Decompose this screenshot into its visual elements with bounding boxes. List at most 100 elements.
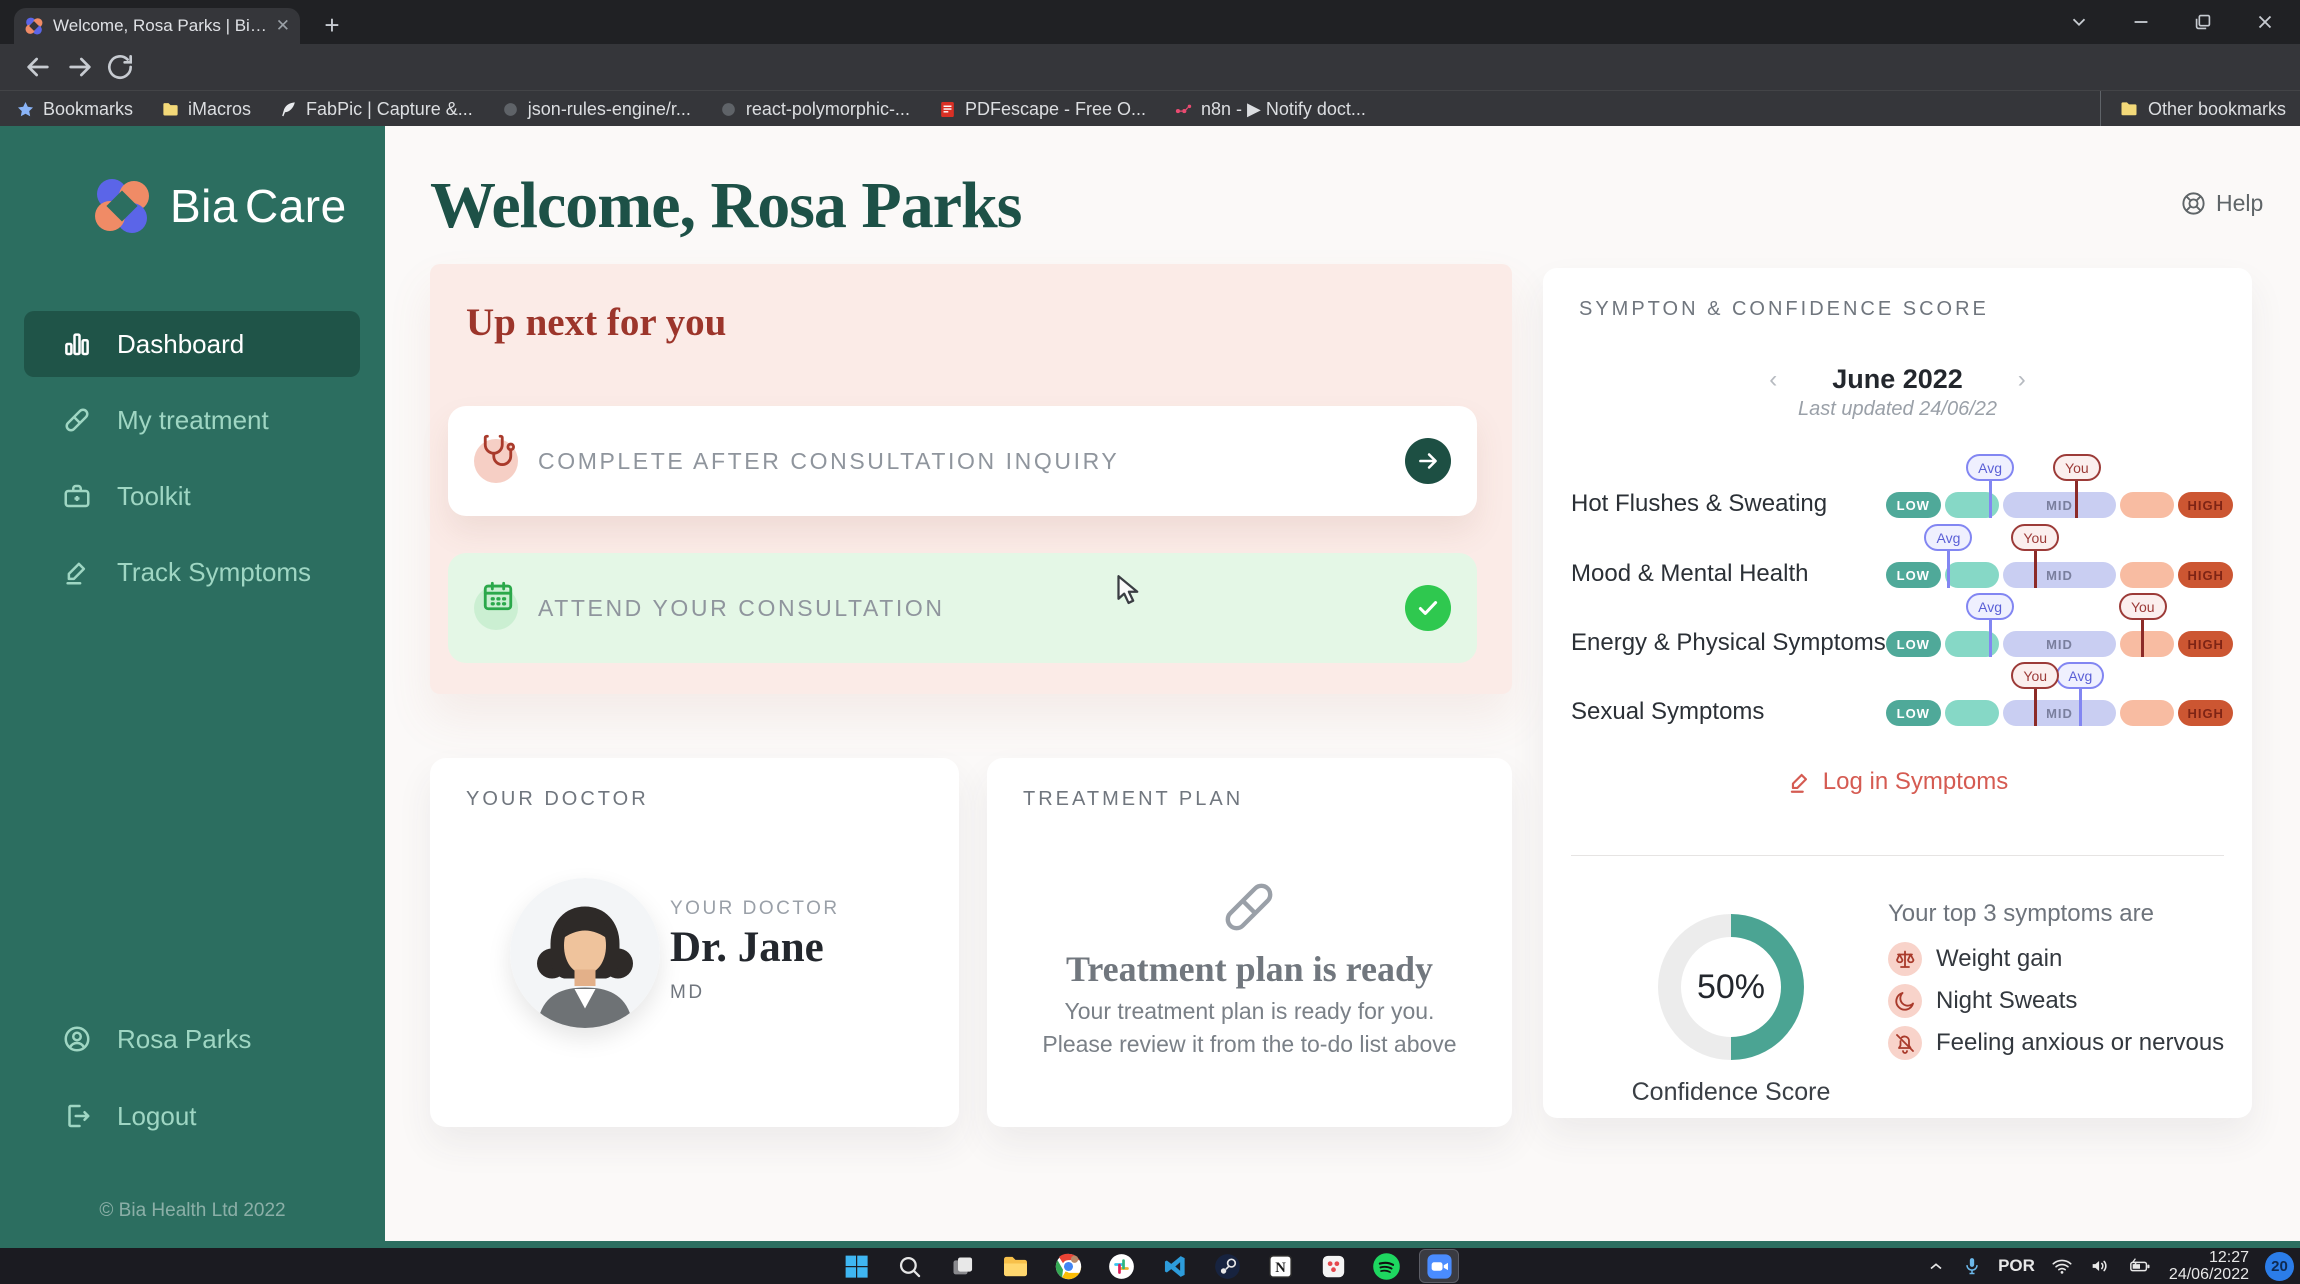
taskbar: N POR 12:27 24/06/2022 20 xyxy=(0,1248,2300,1284)
scale-segment xyxy=(1944,700,2000,726)
favicon xyxy=(24,16,44,36)
avg-marker: Avg xyxy=(1966,593,2015,657)
bookmark-item[interactable]: n8n - ▶ Notify doct... xyxy=(1174,99,1366,120)
forward-icon[interactable] xyxy=(64,51,96,83)
bookmark-item[interactable]: react-polymorphic-... xyxy=(719,99,910,120)
scale-segment: LOW xyxy=(1886,492,1941,518)
bookmark-label: iMacros xyxy=(188,98,252,119)
sidebar-user[interactable]: Rosa Parks xyxy=(24,1006,360,1072)
wifi-icon[interactable] xyxy=(2051,1255,2073,1277)
scale-segment: LOW xyxy=(1886,631,1941,657)
sidebar-item-my-treatment[interactable]: My treatment xyxy=(24,387,360,453)
media-taskbar-icon[interactable] xyxy=(1313,1249,1353,1283)
chrome-taskbar-icon[interactable] xyxy=(1048,1249,1088,1283)
new-tab-button[interactable]: + xyxy=(318,12,346,40)
check-icon[interactable] xyxy=(1405,585,1451,631)
steam-taskbar-icon[interactable] xyxy=(1207,1249,1247,1283)
sidebar-item-toolkit[interactable]: Toolkit xyxy=(24,463,360,529)
sidebar-item-track-symptoms[interactable]: Track Symptoms xyxy=(24,539,360,605)
start-taskbar-icon[interactable] xyxy=(836,1249,876,1283)
sidebar-item-dashboard[interactable]: Dashboard xyxy=(24,311,360,377)
treatment-plan-card: TREATMENT PLAN Treatment plan is ready Y… xyxy=(987,758,1512,1127)
symptom-label: Mood & Mental Health xyxy=(1571,560,1809,587)
explorer-taskbar-icon[interactable] xyxy=(995,1249,1035,1283)
symptom-list-item: Feeling anxious or nervous xyxy=(1888,1026,2224,1060)
bookmark-item[interactable]: FabPic | Capture &... xyxy=(279,99,473,120)
tab-close-icon[interactable]: ✕ xyxy=(276,16,290,36)
star-icon xyxy=(16,100,35,119)
log-in-symptoms-link[interactable]: Log in Symptoms xyxy=(1543,768,2252,796)
search-taskbar-icon[interactable] xyxy=(889,1249,929,1283)
slack-taskbar-icon[interactable] xyxy=(1101,1249,1141,1283)
sidebar-user-label: Rosa Parks xyxy=(117,1023,252,1054)
arrow-right-icon[interactable] xyxy=(1405,438,1451,484)
bookmark-item[interactable]: Bookmarks xyxy=(16,99,133,120)
vscode-taskbar-icon[interactable] xyxy=(1154,1249,1194,1283)
taskview-taskbar-icon[interactable] xyxy=(942,1249,982,1283)
bookmark-label: PDFescape - Free O... xyxy=(964,98,1147,119)
microphone-icon[interactable] xyxy=(1962,1256,1982,1276)
you-marker: You xyxy=(2118,593,2167,657)
symptom-panel-header: SYMPTON & CONFIDENCE SCORE xyxy=(1579,298,1989,320)
bookmark-item[interactable]: iMacros xyxy=(161,99,251,120)
notification-badge[interactable]: 20 xyxy=(2265,1251,2294,1281)
prev-month-icon[interactable]: ‹ xyxy=(1769,366,1777,394)
other-bookmarks[interactable]: Other bookmarks xyxy=(2099,91,2286,127)
marker-stem xyxy=(1988,620,1992,657)
moon-icon xyxy=(1888,984,1922,1018)
help-label: Help xyxy=(2216,190,2264,216)
zoom-taskbar-icon[interactable] xyxy=(1419,1249,1459,1283)
you-marker: You xyxy=(2052,454,2101,518)
screen: Welcome, Rosa Parks | Bia Care ✕ + http:… xyxy=(0,0,2300,1284)
marker-stem xyxy=(2033,551,2037,588)
symptom-item-label: Feeling anxious or nervous xyxy=(1936,1029,2225,1056)
volume-icon[interactable] xyxy=(2089,1255,2111,1277)
symptom-row: Mood & Mental Health LOW MID HIGH Avg You xyxy=(1571,522,2233,588)
pill-icon xyxy=(1218,876,1280,938)
notion-taskbar-icon[interactable]: N xyxy=(1260,1249,1300,1283)
scale-segment: HIGH xyxy=(2178,631,2233,657)
logout-button[interactable]: Logout xyxy=(24,1083,360,1149)
minimize-icon[interactable] xyxy=(2124,5,2158,39)
browser-tab[interactable]: Welcome, Rosa Parks | Bia Care ✕ xyxy=(14,8,300,44)
battery-icon[interactable] xyxy=(2127,1255,2153,1277)
scale-segment: LOW xyxy=(1886,700,1941,726)
tray-chevron-icon[interactable] xyxy=(1926,1256,1946,1276)
task-card[interactable]: ATTEND YOUR CONSULTATION xyxy=(448,553,1477,663)
marker-stem xyxy=(2075,481,2079,518)
close-icon[interactable] xyxy=(2248,5,2282,39)
marker-stem xyxy=(1946,551,1950,588)
bar-chart-icon xyxy=(62,329,92,359)
marker-stem xyxy=(2078,689,2082,726)
page-title: Welcome, Rosa Parks xyxy=(430,169,1022,242)
avg-marker: Avg xyxy=(1924,524,1973,588)
spotify-taskbar-icon[interactable] xyxy=(1366,1249,1406,1283)
doctor-card-header: YOUR DOCTOR xyxy=(466,788,649,810)
logout-button-label: Logout xyxy=(117,1100,197,1131)
confidence-donut: 50% xyxy=(1658,914,1804,1060)
sidebar-footer: Rosa Parks Logout xyxy=(24,1006,360,1160)
brand: Bia Care xyxy=(90,174,347,238)
avg-marker: Avg xyxy=(2056,662,2105,726)
brand-name: Bia Care xyxy=(170,180,347,232)
task-card[interactable]: COMPLETE AFTER CONSULTATION INQUIRY xyxy=(448,406,1477,516)
reload-icon[interactable] xyxy=(104,51,136,83)
language-indicator[interactable]: POR xyxy=(1998,1256,2035,1276)
pencil-icon xyxy=(1790,773,1807,793)
symptom-scale: LOW MID HIGH Avg You xyxy=(1886,593,2233,657)
clock[interactable]: 12:27 24/06/2022 xyxy=(2169,1249,2249,1283)
symptom-list-item: Weight gain xyxy=(1888,942,2224,976)
doctor-name: Dr. Jane xyxy=(670,924,824,971)
you-marker: You xyxy=(2011,662,2060,726)
bookmark-item[interactable]: json-rules-engine/r... xyxy=(501,99,691,120)
restore-icon[interactable] xyxy=(2186,5,2220,39)
next-month-icon[interactable]: › xyxy=(2018,366,2026,394)
symptom-label: Energy & Physical Symptoms xyxy=(1571,629,1886,656)
bookmark-label: json-rules-engine/r... xyxy=(527,98,691,119)
bookmark-item[interactable]: PDFescape - Free O... xyxy=(938,99,1146,120)
symptom-label: Hot Flushes & Sweating xyxy=(1571,490,1828,517)
back-icon[interactable] xyxy=(22,51,54,83)
bookmarks-list: Bookmarks iMacros FabPic | Capture &... jso… xyxy=(0,99,1366,120)
help-button[interactable]: Help xyxy=(2180,190,2263,217)
search-tabs-icon[interactable] xyxy=(2062,5,2096,39)
